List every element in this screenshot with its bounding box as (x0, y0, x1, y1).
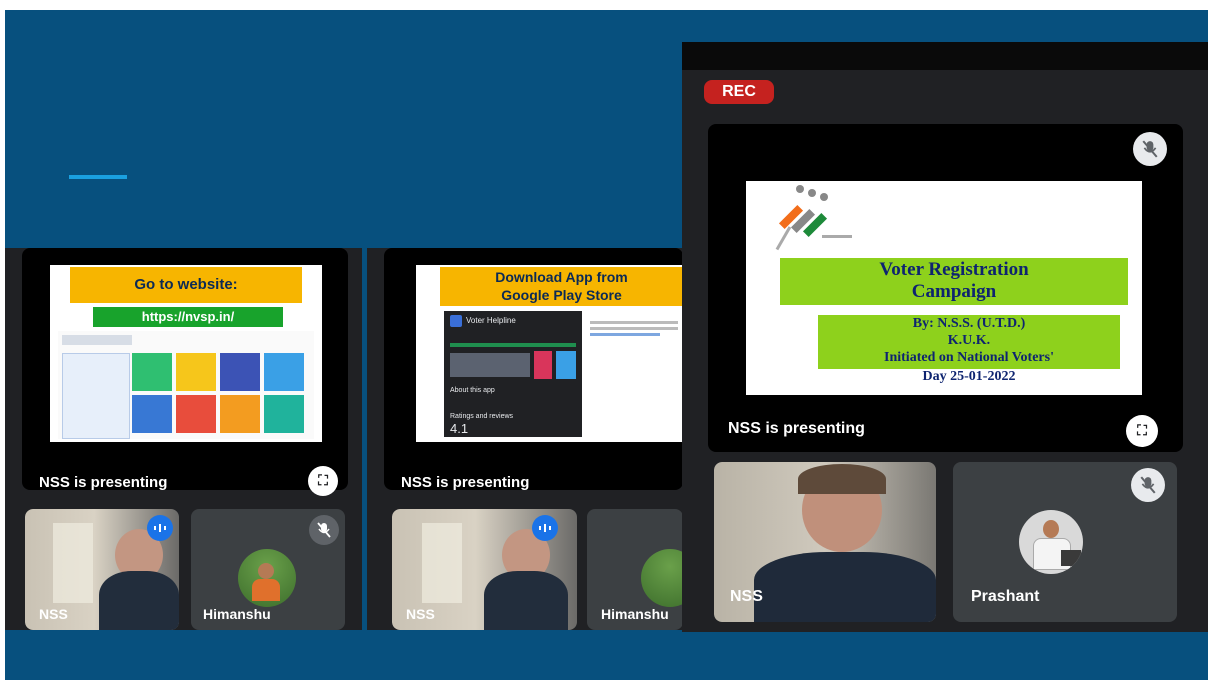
fullscreen-icon[interactable]: ⛶ (308, 466, 338, 496)
mic-off-icon (1131, 468, 1165, 502)
presenting-label: NSS is presenting (39, 474, 168, 490)
participant-tile-himanshu[interactable]: Himanshu (587, 509, 683, 630)
meet-screenshot-2: Download App from Google Play Store Vote… (367, 248, 683, 630)
meet-screenshot-1: Go to website: https://nvsp.in/ NSS is p… (5, 248, 362, 630)
slide-org: K.U.K. (947, 333, 991, 348)
participant-name: NSS (39, 606, 68, 622)
slide-banner: Download App from Google Play Store (440, 267, 683, 306)
mic-off-icon (309, 515, 339, 545)
fullscreen-icon[interactable]: ⛶ (1126, 415, 1158, 447)
slide-banner-line-1: Download App from (495, 269, 628, 285)
rec-badge: REC (704, 80, 774, 104)
avatar (641, 549, 683, 607)
rating-value: 4.1 (450, 421, 469, 436)
shared-slide: Go to website: https://nvsp.in/ (50, 265, 322, 442)
website-preview (58, 331, 314, 439)
slide-banner: Go to website: (70, 267, 302, 303)
presenting-label: NSS is presenting (728, 420, 865, 437)
presentation-tile[interactable]: Voter Registration Campaign By: N.S.S. (… (708, 124, 1183, 452)
slide-title-line-2: Campaign (911, 281, 997, 302)
slide-url: https://nvsp.in/ (93, 307, 283, 327)
ratings-label: Ratings and reviews (450, 413, 514, 420)
presentation-tile[interactable]: Download App from Google Play Store Vote… (384, 248, 683, 490)
slide-by: By: N.S.S. (U.T.D.) (912, 316, 1026, 331)
shared-slide: Voter Registration Campaign By: N.S.S. (… (746, 181, 1142, 395)
speaking-icon (147, 515, 173, 541)
participant-tile-nss[interactable]: NSS (714, 462, 936, 622)
slide-title-line-1: Voter Registration (879, 259, 1029, 280)
speaking-icon (532, 515, 558, 541)
play-store-preview: Voter Helpline About this app Ratings an… (444, 311, 582, 437)
presenting-label: NSS is presenting (401, 474, 530, 490)
avatar (238, 549, 296, 607)
participant-tile-nss[interactable]: NSS (25, 509, 179, 630)
meet-screenshot-3: REC Voter Registration Campaign By: N.S.… (682, 42, 1208, 632)
participant-name: Prashant (971, 588, 1040, 605)
presentation-tile[interactable]: Go to website: https://nvsp.in/ NSS is p… (22, 248, 348, 490)
participant-tile-himanshu[interactable]: Himanshu (191, 509, 345, 630)
participant-name: Himanshu (601, 606, 669, 622)
participant-tile-prashant[interactable]: Prashant (953, 462, 1177, 622)
participant-name: NSS (406, 606, 435, 622)
slide-day: Day 25-01-2022 (922, 369, 1016, 384)
accent-line (69, 175, 127, 179)
participant-name: NSS (730, 588, 763, 605)
mic-off-icon (1133, 132, 1167, 166)
slide-title: Voter Registration Campaign (780, 258, 1128, 305)
slide-subtitle: By: N.S.S. (U.T.D.) K.U.K. Initiated on … (818, 315, 1120, 369)
slide-initiated: Initiated on National Voters' (884, 350, 1054, 365)
participant-name: Himanshu (203, 606, 271, 622)
slide-banner-line-2: Google Play Store (501, 287, 622, 303)
app-name: Voter Helpline (466, 316, 516, 325)
presentation-slide: Go to website: https://nvsp.in/ NSS is p… (5, 10, 1208, 680)
about-label: About this app (450, 387, 495, 394)
participant-tile-nss[interactable]: NSS (392, 509, 577, 630)
shared-slide: Download App from Google Play Store Vote… (416, 265, 683, 442)
avatar (1019, 510, 1083, 574)
eci-logo (760, 183, 860, 255)
top-bar (682, 42, 1208, 70)
description-block (590, 321, 678, 345)
